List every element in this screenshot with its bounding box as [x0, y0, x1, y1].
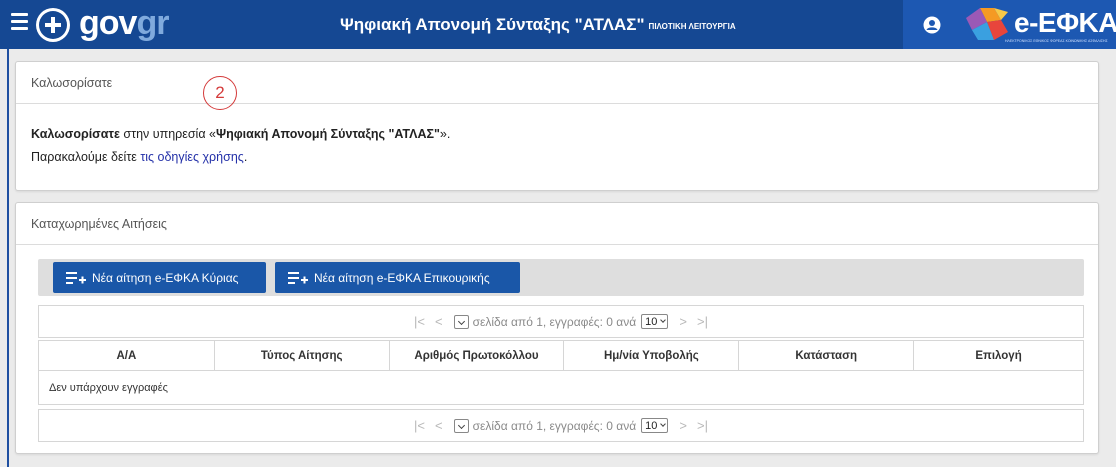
add-list-icon	[288, 271, 308, 284]
new-main-application-button[interactable]: Νέα αίτηση e-ΕΦΚΑ Κύριας	[53, 262, 266, 293]
user-account-icon[interactable]	[923, 16, 941, 34]
efka-logo-icon	[966, 8, 1008, 40]
first-page-button[interactable]: |<	[414, 418, 425, 433]
menu-icon[interactable]	[11, 13, 28, 35]
empty-records-message: Δεν υπάρχουν εγγραφές	[38, 370, 1084, 405]
column-header[interactable]: Κατάσταση	[738, 340, 915, 371]
prev-page-button[interactable]: <	[435, 314, 443, 329]
efka-brand-subtitle: ΗΛΕΚΤΡΟΝΙΚΟΣ ΕΘΝΙΚΟΣ ΦΟΡΕΑΣ ΚΟΙΝΩΝΙΚΗΣ Α…	[1005, 39, 1108, 43]
last-page-button[interactable]: >|	[697, 418, 708, 433]
new-supplementary-application-button[interactable]: Νέα αίτηση e-ΕΦΚΑ Επικουρικής	[275, 262, 520, 293]
chevron-down-icon	[660, 317, 667, 323]
pager-bottom: |< < σελίδα από 1, εγγραφές: 0 ανά 10 > …	[38, 409, 1084, 442]
table-header-row: Α/Α Τύπος Αίτησης Αριθμός Πρωτοκόλλου Ημ…	[38, 340, 1084, 371]
govgr-logo[interactable]: govgr	[79, 3, 169, 43]
efka-brand-name: e-ΕΦΚΑ	[1014, 7, 1116, 38]
pager-top: |< < σελίδα από 1, εγγραφές: 0 ανά 10 > …	[38, 305, 1084, 338]
greek-emblem-icon	[36, 8, 70, 42]
column-header[interactable]: Ημ/νία Υποβολής	[563, 340, 740, 371]
next-page-button[interactable]: >	[679, 418, 687, 433]
welcome-line-1: Καλωσορίσατε στην υπηρεσία «Ψηφιακή Απον…	[31, 127, 451, 141]
welcome-heading: Καλωσορίσατε	[16, 62, 1098, 104]
page-select[interactable]	[453, 418, 469, 433]
applications-panel: Καταχωρημένες Αιτήσεις Νέα αίτηση e-ΕΦΚΑ…	[15, 202, 1099, 454]
user-guide-link[interactable]: τις οδηγίες χρήσης	[140, 150, 244, 164]
column-header[interactable]: Επιλογή	[913, 340, 1084, 371]
applications-table: Α/Α Τύπος Αίτησης Αριθμός Πρωτοκόλλου Ημ…	[38, 340, 1084, 405]
pager-text: σελίδα από 1, εγγραφές: 0 ανά	[472, 418, 637, 433]
add-list-icon	[66, 271, 86, 284]
step-number-badge: 2	[203, 76, 237, 110]
actions-toolbar: Νέα αίτηση e-ΕΦΚΑ Κύριας Νέα αίτηση e-ΕΦ…	[38, 259, 1084, 296]
left-accent-line	[7, 49, 9, 467]
column-header[interactable]: Α/Α	[38, 340, 215, 371]
pager-text: σελίδα από 1, εγγραφές: 0 ανά	[472, 314, 637, 329]
app-title: Ψηφιακή Απονομή Σύνταξης "ΑΤΛΑΣ" ΠΙΛΟΤΙΚΗ…	[340, 15, 736, 34]
page-size-select[interactable]: 10	[641, 314, 669, 329]
page-select[interactable]	[453, 314, 469, 329]
welcome-text: Καλωσορίσατε στην υπηρεσία «Ψηφιακή Απον…	[16, 104, 1098, 169]
page-size-select[interactable]: 10	[641, 418, 669, 433]
chevron-down-icon	[660, 421, 667, 427]
first-page-button[interactable]: |<	[414, 314, 425, 329]
applications-heading: Καταχωρημένες Αιτήσεις	[16, 203, 1098, 245]
top-header: govgr Ψηφιακή Απονομή Σύνταξης "ΑΤΛΑΣ" ΠΙ…	[0, 0, 1116, 49]
table-row: Δεν υπάρχουν εγγραφές	[38, 370, 1084, 405]
column-header[interactable]: Τύπος Αίτησης	[213, 340, 390, 371]
column-header[interactable]: Αριθμός Πρωτοκόλλου	[388, 340, 565, 371]
prev-page-button[interactable]: <	[435, 418, 443, 433]
last-page-button[interactable]: >|	[697, 314, 708, 329]
welcome-line-2: Παρακαλούμε δείτε τις οδηγίες χρήσης.	[31, 150, 248, 164]
pilot-label: ΠΙΛΟΤΙΚΗ ΛΕΙΤΟΥΡΓΙΑ	[648, 22, 736, 31]
welcome-panel: Καλωσορίσατε 2 Καλωσορίσατε στην υπηρεσί…	[15, 61, 1099, 191]
next-page-button[interactable]: >	[679, 314, 687, 329]
